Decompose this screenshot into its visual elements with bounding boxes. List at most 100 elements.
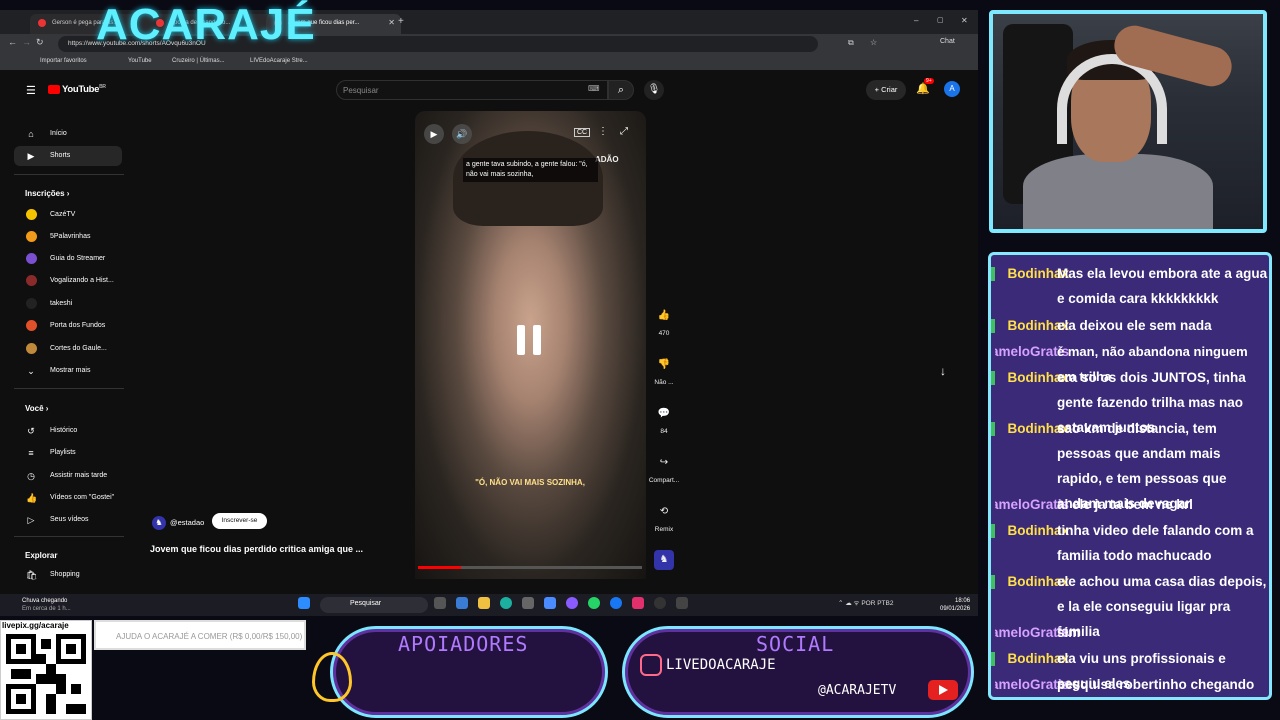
chat-text: Mas ela levou embora ate a agua e comida… [1057, 266, 1268, 306]
supporters-title: APOIADORES [398, 632, 529, 656]
account-avatar[interactable]: A [944, 81, 960, 97]
more-options-icon[interactable]: ⋮ [598, 126, 608, 137]
forward-icon[interactable]: → [22, 37, 31, 47]
chat-text: ai ele ja ta bem ne krl [1057, 497, 1193, 512]
sidebar-item-watch-later[interactable]: ◷ Assistir mais tarde [14, 466, 122, 486]
voice-search-button[interactable]: 🎙 [644, 80, 664, 100]
edge-icon[interactable] [500, 597, 512, 609]
new-tab-icon[interactable]: + [398, 16, 404, 27]
instagram-icon[interactable] [632, 597, 644, 609]
sidebar-item-home[interactable]: ⌂ Início [14, 124, 122, 144]
subscription-item[interactable]: 5Palavrinhas [14, 227, 122, 247]
chat-message: Bodinhax Mas ela levou embora ate a agua … [991, 261, 1269, 311]
next-short-button[interactable]: ↓ [940, 364, 946, 378]
play-button[interactable]: ▶ [424, 124, 444, 144]
subscribe-button[interactable]: Inscrever-se [212, 513, 267, 529]
bookmark-star-icon[interactable]: ☆ [870, 38, 877, 47]
close-window-icon[interactable]: ✕ [961, 16, 968, 25]
app-icon[interactable] [544, 597, 556, 609]
home-icon: ⌂ [28, 129, 34, 139]
close-tab-icon[interactable]: ✕ [388, 18, 395, 27]
short-channel[interactable]: ♞ @estadao [152, 516, 204, 530]
weather-widget[interactable]: Chuva chegando Em cerca de 1 h... [22, 597, 71, 613]
search-input[interactable]: Pesquisar [336, 80, 608, 100]
sidebar-item-label: Porta dos Fundos [50, 322, 106, 329]
file-explorer-icon[interactable] [478, 597, 490, 609]
facebook-icon[interactable] [610, 597, 622, 609]
app-icon[interactable] [676, 597, 688, 609]
chat-text: pesquisa robertinho chegando da trilha [1057, 677, 1255, 692]
short-title[interactable]: Jovem que ficou dias perdido critica ami… [150, 544, 390, 554]
like-button[interactable]: 👍 470 [648, 306, 680, 337]
create-button[interactable]: + Criar [866, 80, 906, 100]
minimize-icon[interactable]: – [914, 16, 918, 25]
search-button[interactable]: ⌕ [608, 80, 634, 100]
instagram-handle: LIVEDOACARAJE [666, 657, 776, 673]
channel-thumbnail[interactable]: ♞ [648, 550, 680, 574]
qr-label: livepix.gg/acaraje [2, 621, 69, 630]
sidebar-item-liked-videos[interactable]: 👍 Vídeos com "Gostei" [14, 488, 122, 508]
sidebar-item-shopping[interactable]: 🛍 Shopping [14, 565, 122, 585]
sidebar-item-your-videos[interactable]: ▷ Seus vídeos [14, 510, 122, 530]
sidebar-item-shorts[interactable]: ▶ Shorts [14, 146, 122, 166]
maximize-icon[interactable]: ▢ [937, 16, 944, 24]
bookmark-item[interactable]: Importar favoritos [40, 58, 87, 64]
captions-icon[interactable]: CC [574, 128, 591, 137]
subscription-item[interactable]: Vogalizando a Hist... [14, 271, 122, 291]
comments-button[interactable]: 💬 84 [648, 404, 680, 435]
fullscreen-icon[interactable]: ⤢ [620, 126, 628, 137]
reload-icon[interactable]: ↻ [36, 37, 44, 48]
live-chat: Bodinhax Mas ela levou embora ate a agua … [988, 252, 1272, 700]
subscription-item[interactable]: Guia do Streamer [14, 249, 122, 269]
profile-button[interactable]: Chat [940, 38, 955, 45]
widgets-icon[interactable] [456, 597, 468, 609]
chrome-icon[interactable] [654, 597, 666, 609]
pause-button[interactable] [517, 325, 543, 355]
show-more-button[interactable]: ⌄ Mostrar mais [14, 361, 122, 381]
notifications-button[interactable]: 🔔 9+ [916, 78, 934, 95]
whatsapp-icon[interactable] [588, 597, 600, 609]
you-header[interactable]: Você › [25, 404, 48, 413]
hamburger-menu-icon[interactable]: ☰ [26, 84, 36, 97]
bookmark-item[interactable]: Cruzeiro | Últimas... [172, 58, 225, 64]
back-icon[interactable]: ← [8, 37, 17, 47]
subscription-item[interactable]: takeshi [14, 294, 122, 314]
history-icon: ↺ [27, 426, 35, 436]
subscriptions-header[interactable]: Inscrições › [25, 189, 69, 198]
subscription-item[interactable]: Porta dos Fundos [14, 316, 122, 336]
chevron-down-icon: ⌄ [27, 366, 35, 376]
youtube-logo[interactable]: YouTubeBR [48, 84, 106, 95]
play-icon: ▶ [430, 129, 438, 139]
arrow-down-icon: ↓ [940, 364, 946, 378]
sidebar-item-playlists[interactable]: ≡ Playlists [14, 443, 122, 463]
youtube-favicon-icon [38, 19, 46, 27]
store-icon[interactable] [522, 597, 534, 609]
windows-start-icon[interactable] [298, 597, 310, 609]
subscription-item[interactable]: CazéTV [14, 205, 122, 225]
taskbar-clock[interactable]: 18:06 09/01/2026 [940, 597, 970, 613]
taskbar-search[interactable]: Pesquisar [320, 597, 428, 613]
discord-icon[interactable] [566, 597, 578, 609]
remix-icon: ⟲ [659, 506, 669, 517]
task-view-icon[interactable] [434, 597, 446, 609]
bookmark-item[interactable]: YouTube [128, 58, 152, 64]
remix-button[interactable]: ⟲ Remix [648, 502, 680, 533]
clock-date: 09/01/2026 [940, 606, 971, 612]
weather-title: Chuva chegando [22, 598, 68, 604]
system-tray[interactable]: ⌃ ☁ ᯤ POR PTB2 [838, 598, 893, 607]
comment-count: 84 [660, 428, 668, 435]
channel-avatar-icon [26, 343, 37, 354]
volume-button[interactable]: 🔊 [452, 124, 472, 144]
dislike-button[interactable]: 👎 Não ... [648, 355, 680, 386]
extensions-icon[interactable]: ⧉ [848, 38, 854, 48]
sidebar-item-label: Início [50, 130, 67, 137]
divider [14, 388, 124, 389]
subscription-item[interactable]: Cortes do Gaule... [14, 339, 122, 359]
qr-code [6, 634, 86, 714]
bookmark-item[interactable]: LIVEdoAcaraje Stre... [250, 58, 308, 64]
stream-layout: Gerson é pega para as...✕ Aposta de aban… [0, 0, 1280, 720]
sidebar-item-label: Histórico [50, 427, 78, 434]
share-button[interactable]: ↪ Compart... [648, 453, 680, 484]
sidebar-item-history[interactable]: ↺ Histórico [14, 421, 122, 441]
keyboard-icon[interactable]: ⌨ [588, 84, 600, 93]
